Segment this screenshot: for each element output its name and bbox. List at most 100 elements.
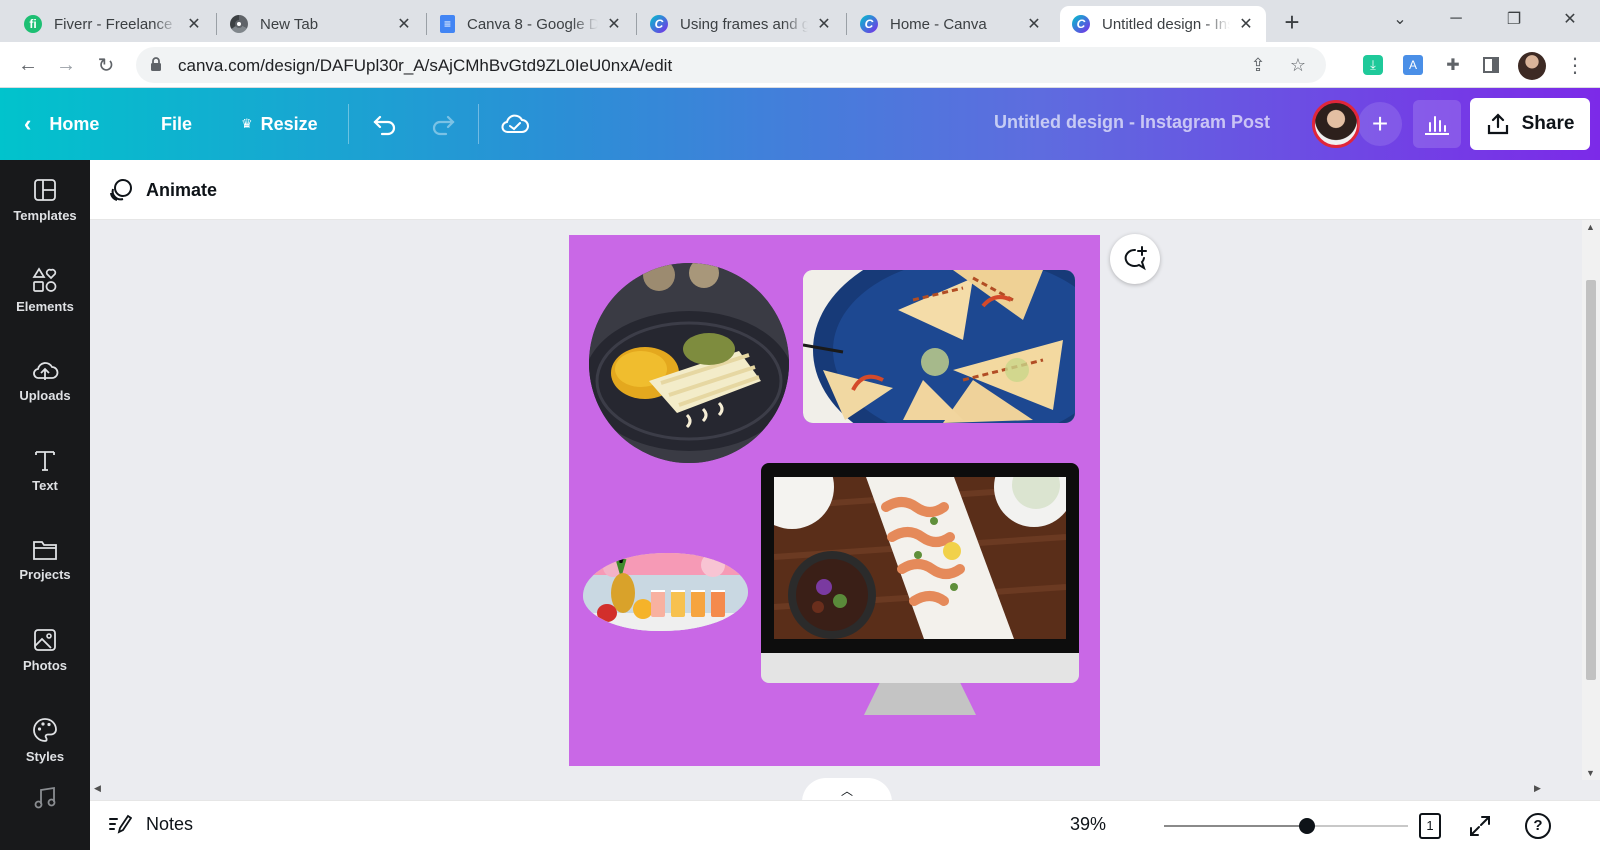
header-divider xyxy=(478,104,479,144)
desktop-monitor-frame[interactable] xyxy=(761,463,1079,715)
sidebar-item-photos[interactable]: Photos xyxy=(0,610,90,690)
close-tab-icon[interactable]: ✕ xyxy=(184,14,204,34)
tab-divider xyxy=(636,13,637,35)
editor-header: ‹ Home File ♛ Resize Untitled design - I… xyxy=(0,88,1600,160)
browser-tab[interactable]: fi Fiverr - Freelance Services Marketpla… xyxy=(12,6,214,42)
address-bar[interactable]: canva.com/design/DAFUpl30r_A/sAjCMhBvGtd… xyxy=(136,47,1326,83)
audio-icon xyxy=(34,786,56,809)
page-count: 1 xyxy=(1419,813,1441,839)
browser-tab-active[interactable]: C Untitled design - Instagram Post ✕ xyxy=(1060,6,1266,42)
help-icon[interactable]: ? xyxy=(1523,811,1553,841)
sidebar-item-label: Photos xyxy=(22,657,68,673)
new-tab-button[interactable]: + xyxy=(1278,7,1306,37)
resize-button[interactable]: ♛ Resize xyxy=(241,108,318,140)
page-count-button[interactable]: 1 xyxy=(1415,811,1445,841)
expand-pages-button[interactable]: ︿ xyxy=(802,778,892,800)
user-avatar[interactable] xyxy=(1312,100,1360,148)
sidebar-item-label: Templates xyxy=(13,207,77,223)
sidebar-item-text[interactable]: Text xyxy=(0,430,90,510)
browser-profile-avatar[interactable] xyxy=(1518,52,1546,80)
insights-chart-icon[interactable] xyxy=(1413,100,1461,148)
undo-icon[interactable] xyxy=(372,108,398,140)
zoom-slider-handle[interactable] xyxy=(1299,818,1315,834)
browser-tab[interactable]: ≡ Canva 8 - Google Docs ✕ xyxy=(428,6,634,42)
design-page[interactable] xyxy=(569,235,1100,766)
sidebar-item-audio[interactable] xyxy=(0,786,90,836)
zoom-percentage[interactable]: 39% xyxy=(1070,814,1106,835)
google-docs-icon: ≡ xyxy=(440,15,455,33)
zoom-slider-fill xyxy=(1164,825,1307,827)
bookmark-star-icon[interactable]: ☆ xyxy=(1286,53,1310,77)
fruit-juice-photo xyxy=(583,553,748,631)
tab-title: New Tab xyxy=(260,15,319,33)
browser-menu-icon[interactable]: ⋮ xyxy=(1562,52,1588,78)
tab-title: Using frames and grids xyxy=(680,15,808,33)
share-button[interactable]: Share xyxy=(1470,98,1590,150)
tab-title: Untitled design - Instagram Post xyxy=(1102,15,1230,33)
text-icon xyxy=(35,450,55,471)
forward-icon[interactable]: → xyxy=(52,51,80,79)
reload-icon[interactable]: ↻ xyxy=(92,51,120,79)
redo-icon[interactable] xyxy=(430,108,456,140)
add-comment-button[interactable] xyxy=(1110,234,1160,284)
minimize-icon[interactable]: ─ xyxy=(1434,4,1478,34)
back-icon[interactable]: ← xyxy=(14,51,42,79)
scroll-up-icon[interactable]: ▲ xyxy=(1586,222,1595,232)
animate-icon xyxy=(110,179,132,201)
animate-button[interactable]: Animate xyxy=(108,174,217,206)
rectangle-frame-image[interactable] xyxy=(803,270,1075,423)
scroll-right-icon[interactable]: ▶ xyxy=(1534,783,1541,794)
browser-toolbar: ← → ↻ canva.com/design/DAFUpl30r_A/sAjCM… xyxy=(0,42,1600,88)
sidebar-item-styles[interactable]: Styles xyxy=(0,700,90,780)
tab-title: Canva 8 - Google Docs xyxy=(467,15,598,33)
canvas-workspace[interactable]: ▲ ▼ ◀ ▶ ︿ xyxy=(90,220,1600,800)
sidebar-item-templates[interactable]: Templates xyxy=(0,160,90,240)
close-tab-icon[interactable]: ✕ xyxy=(604,14,624,34)
sidebar-item-label: Styles xyxy=(25,748,65,764)
browser-tab[interactable]: New Tab ✕ xyxy=(218,6,424,42)
chrome-icon xyxy=(230,15,248,33)
header-divider xyxy=(348,104,349,144)
resize-label: Resize xyxy=(260,113,318,134)
extensions-puzzle-icon[interactable]: ✚ xyxy=(1440,52,1466,78)
tab-divider xyxy=(426,13,427,35)
browser-tab[interactable]: C Using frames and grids ✕ xyxy=(638,6,844,42)
chevron-left-icon: ‹ xyxy=(24,111,32,136)
fullscreen-icon[interactable] xyxy=(1465,811,1495,841)
circle-frame-image[interactable] xyxy=(589,263,789,463)
sidebar-item-label: Text xyxy=(32,477,58,493)
share-page-icon[interactable]: ⇪ xyxy=(1246,53,1270,77)
scroll-down-icon[interactable]: ▼ xyxy=(1586,768,1595,778)
zoom-slider[interactable] xyxy=(1164,818,1408,834)
sidebar-item-projects[interactable]: Projects xyxy=(0,520,90,600)
browser-tab[interactable]: C Home - Canva ✕ xyxy=(848,6,1054,42)
scroll-left-icon[interactable]: ◀ xyxy=(94,783,101,794)
editor-toolbar: Animate xyxy=(90,160,1600,220)
side-panel-icon[interactable] xyxy=(1478,52,1504,78)
close-tab-icon[interactable]: ✕ xyxy=(1236,14,1256,34)
vertical-scrollbar[interactable]: ▲ ▼ xyxy=(1582,220,1600,780)
sidebar-item-elements[interactable]: Elements xyxy=(0,250,90,330)
photos-icon xyxy=(34,628,56,651)
tab-search-icon[interactable]: ⌄ xyxy=(1378,4,1422,34)
lock-icon xyxy=(151,57,161,71)
vertical-scrollbar-thumb[interactable] xyxy=(1586,280,1596,680)
sidebar-item-uploads[interactable]: Uploads xyxy=(0,340,90,420)
close-tab-icon[interactable]: ✕ xyxy=(394,14,414,34)
elements-icon xyxy=(32,266,57,292)
close-tab-icon[interactable]: ✕ xyxy=(814,14,834,34)
cloud-saved-icon[interactable] xyxy=(500,108,530,140)
design-title[interactable]: Untitled design - Instagram Post xyxy=(994,112,1270,133)
file-menu-button[interactable]: File xyxy=(161,108,192,140)
close-tab-icon[interactable]: ✕ xyxy=(1024,14,1044,34)
restore-icon[interactable]: ❐ xyxy=(1492,4,1536,34)
add-collaborator-button[interactable]: + xyxy=(1358,102,1402,146)
notes-button[interactable]: Notes xyxy=(108,813,193,835)
share-label: Share xyxy=(1521,113,1575,134)
canva-icon: C xyxy=(1072,15,1090,33)
home-button[interactable]: ‹ Home xyxy=(24,108,99,140)
close-window-icon[interactable]: ✕ xyxy=(1548,4,1592,34)
blob-frame-image[interactable] xyxy=(583,553,748,631)
extension-download-icon[interactable]: ⤓ xyxy=(1360,52,1386,78)
extension-translate-icon[interactable]: A xyxy=(1400,52,1426,78)
